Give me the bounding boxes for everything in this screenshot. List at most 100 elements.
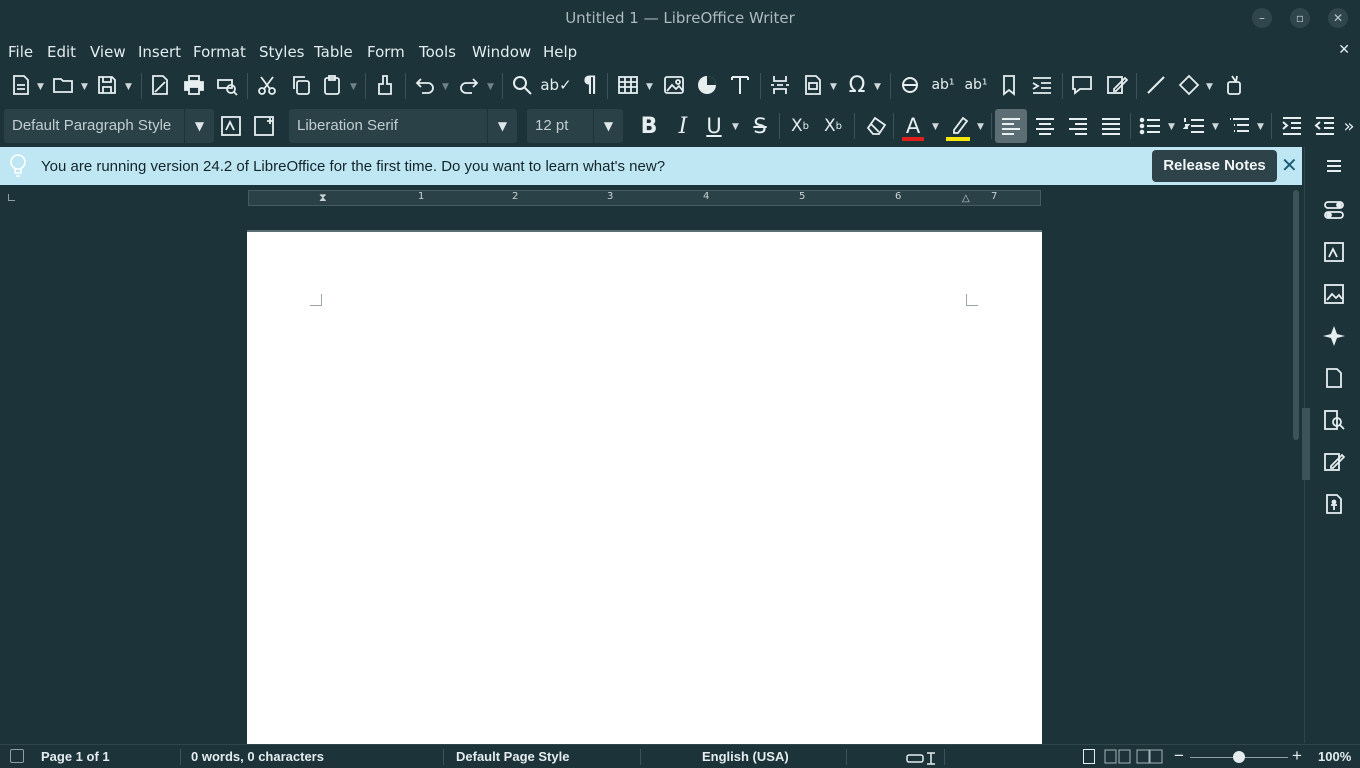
field-dropdown-icon[interactable]: ▼ [830, 82, 840, 92]
unordered-list-icon[interactable] [1137, 113, 1163, 139]
horizontal-ruler[interactable]: 1 2 3 4 5 6 7 ⧗ △ [248, 190, 1041, 206]
undo-icon[interactable] [412, 72, 438, 98]
clone-formatting-icon[interactable] [372, 72, 398, 98]
font-size-combo[interactable]: 12 pt ▼ [527, 109, 623, 143]
new-dropdown-icon[interactable]: ▼ [37, 82, 47, 92]
insert-chart-icon[interactable] [694, 72, 720, 98]
print-icon[interactable] [181, 72, 207, 98]
strikethrough-icon[interactable]: S [747, 113, 773, 139]
underline-icon[interactable]: U [701, 113, 727, 139]
release-notes-button[interactable]: Release Notes [1152, 150, 1277, 182]
indent-marker-icon[interactable]: ⧗ [319, 191, 329, 205]
vertical-scrollbar[interactable] [1290, 186, 1302, 743]
highlight-dropdown-icon[interactable]: ▼ [977, 122, 987, 132]
track-changes-icon[interactable] [1104, 72, 1130, 98]
infobar-close-icon[interactable]: ✕ [1281, 155, 1301, 175]
export-pdf-icon[interactable] [147, 72, 173, 98]
cross-reference-icon[interactable] [1029, 72, 1055, 98]
page-break-icon[interactable] [767, 72, 793, 98]
ordered-list-icon[interactable] [1181, 113, 1207, 139]
outline-list-icon[interactable] [1226, 113, 1252, 139]
zoom-slider-thumb[interactable] [1233, 751, 1245, 763]
spelling-icon[interactable]: ab✓ [540, 72, 571, 98]
redo-icon[interactable] [456, 72, 482, 98]
zoom-out-button[interactable]: − [1174, 746, 1184, 766]
more-options-icon[interactable]: » [1340, 113, 1358, 139]
sidebar-collapse-handle[interactable] [1302, 408, 1310, 480]
paragraph-style-combo[interactable]: Default Paragraph Style ▼ [4, 109, 214, 143]
document-modified-icon[interactable] [10, 749, 24, 763]
save-icon[interactable] [94, 72, 120, 98]
draw-functions-icon[interactable] [1221, 72, 1247, 98]
manage-changes-icon[interactable] [1323, 451, 1346, 473]
align-right-icon[interactable] [1065, 113, 1091, 139]
endnote-icon[interactable]: ab¹ [963, 72, 989, 98]
italic-icon[interactable]: I [670, 113, 696, 139]
subscript-icon[interactable]: Xb [820, 113, 846, 139]
open-folder-icon[interactable] [50, 72, 76, 98]
open-dropdown-icon[interactable]: ▼ [81, 82, 91, 92]
special-character-icon[interactable]: Ω [844, 72, 870, 98]
page-count[interactable]: Page 1 of 1 [41, 749, 110, 764]
footnote-icon[interactable]: ab¹ [930, 72, 956, 98]
new-style-icon[interactable] [251, 113, 277, 139]
insert-mode-icon[interactable] [906, 750, 936, 765]
font-name-combo[interactable]: Liberation Serif ▼ [289, 109, 517, 143]
chevron-down-icon[interactable]: ▼ [184, 109, 214, 143]
outline-list-dropdown-icon[interactable]: ▼ [1257, 122, 1267, 132]
paste-dropdown-icon[interactable]: ▼ [350, 82, 360, 92]
menu-help[interactable]: Help [543, 43, 577, 61]
formatting-marks-icon[interactable]: ¶ [577, 72, 603, 98]
redo-dropdown-icon[interactable]: ▼ [487, 82, 497, 92]
minimize-button[interactable]: – [1252, 8, 1272, 28]
cut-icon[interactable] [254, 72, 280, 98]
special-char-dropdown-icon[interactable]: ▼ [874, 82, 884, 92]
zoom-level[interactable]: 100% [1318, 749, 1351, 764]
book-view-icon[interactable] [1136, 749, 1164, 764]
scrollbar-thumb[interactable] [1293, 190, 1299, 440]
save-dropdown-icon[interactable]: ▼ [125, 82, 135, 92]
gallery-icon[interactable] [1323, 283, 1345, 305]
decrease-indent-icon[interactable] [1312, 113, 1338, 139]
insert-textbox-icon[interactable] [727, 72, 753, 98]
single-page-view-icon[interactable] [1083, 749, 1095, 764]
menu-file[interactable]: File [8, 43, 33, 61]
clear-formatting-icon[interactable] [863, 113, 889, 139]
document-page[interactable] [247, 230, 1042, 750]
highlight-color-icon[interactable] [946, 113, 972, 139]
copy-icon[interactable] [288, 72, 314, 98]
menu-edit[interactable]: Edit [47, 43, 76, 61]
menu-format[interactable]: Format [193, 43, 246, 61]
bold-icon[interactable]: B [636, 113, 662, 139]
increase-indent-icon[interactable] [1279, 113, 1305, 139]
comment-icon[interactable] [1069, 72, 1095, 98]
sidebar-menu-icon[interactable] [1323, 155, 1345, 177]
menu-form[interactable]: Form [367, 43, 405, 61]
align-left-icon[interactable] [998, 113, 1024, 139]
zoom-in-button[interactable]: + [1292, 746, 1302, 766]
underline-dropdown-icon[interactable]: ▼ [732, 122, 742, 132]
right-indent-marker-icon[interactable]: △ [962, 194, 972, 204]
font-color-icon[interactable]: A [900, 113, 926, 139]
print-preview-icon[interactable] [214, 72, 240, 98]
chevron-down-icon[interactable]: ▼ [487, 109, 517, 143]
maximize-button[interactable]: ▫ [1290, 8, 1310, 28]
styles-icon[interactable] [1323, 241, 1345, 263]
menu-view[interactable]: View [90, 43, 126, 61]
insert-image-icon[interactable] [661, 72, 687, 98]
style-inspector-icon[interactable] [1323, 409, 1345, 431]
insert-line-icon[interactable] [1143, 72, 1169, 98]
insert-field-icon[interactable] [800, 72, 826, 98]
tab-stop-selector[interactable] [8, 194, 15, 201]
align-center-icon[interactable] [1032, 113, 1058, 139]
chevron-down-icon[interactable]: ▼ [593, 109, 623, 143]
multi-page-view-icon[interactable] [1104, 749, 1132, 764]
menu-styles[interactable]: Styles [259, 43, 305, 61]
new-document-icon[interactable] [8, 72, 34, 98]
ordered-list-dropdown-icon[interactable]: ▼ [1212, 122, 1222, 132]
justify-icon[interactable] [1098, 113, 1124, 139]
navigator-icon[interactable] [1323, 325, 1345, 347]
language[interactable]: English (USA) [702, 749, 789, 764]
font-color-dropdown-icon[interactable]: ▼ [932, 122, 942, 132]
close-window-button[interactable]: ✕ [1328, 8, 1348, 28]
